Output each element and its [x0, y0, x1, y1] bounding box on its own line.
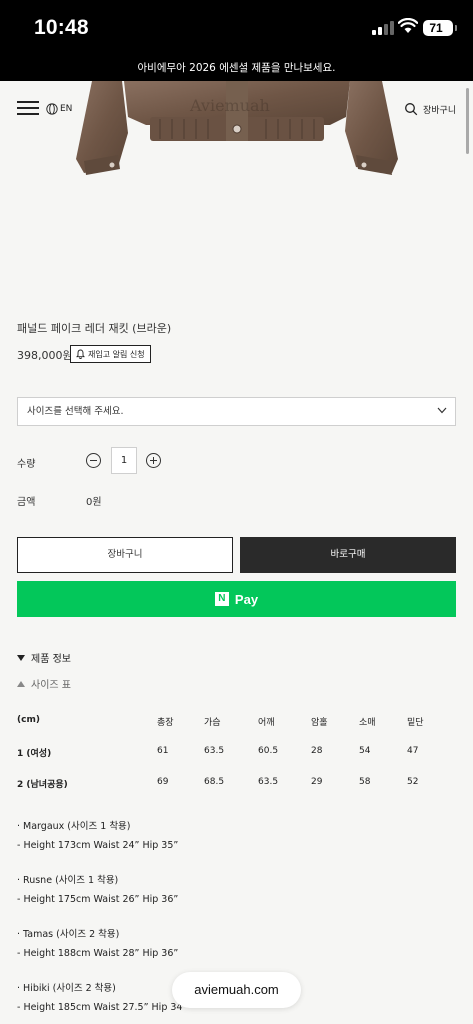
status-bar: 10:48 71 [0, 0, 473, 56]
model-measurements: - Height 175cm Waist 26” Hip 36” [17, 894, 179, 905]
cellular-signal-icon [372, 21, 394, 35]
table-cell: 63.5 [204, 746, 225, 756]
model-name: · Margaux (사이즈 1 착용) [17, 821, 131, 832]
table-cell: 47 [407, 746, 419, 756]
table-cell: 61 [157, 746, 169, 756]
search-icon[interactable] [404, 102, 418, 116]
add-to-cart-button[interactable]: 장바구니 [17, 537, 233, 573]
model-measurements: - Height 188cm Waist 28” Hip 36” [17, 948, 179, 959]
scrollbar[interactable] [466, 88, 469, 154]
table-cell: 28 [311, 746, 323, 756]
table-cell: 69 [157, 777, 169, 787]
restock-alert-label: 재입고 알림 신청 [88, 349, 145, 359]
table-header-cell: 가슴 [204, 718, 221, 728]
model-name: · Hibiki (사이즈 2 착용) [17, 983, 116, 994]
language-switcher[interactable]: EN [46, 101, 72, 117]
amount-label: 금액 [17, 497, 36, 508]
model-name: · Tamas (사이즈 2 착용) [17, 929, 120, 940]
model-measurements: - Height 173cm Waist 24” Hip 35” [17, 840, 179, 851]
product-title: 패널드 페이크 레더 재킷 (브라운) [17, 322, 172, 335]
model-measurements: - Height 185cm Waist 27.5” Hip 34” [17, 1002, 188, 1013]
naver-pay-logo: N [214, 592, 229, 606]
table-row: 1 (여성) 61 63.5 60.5 28 54 47 [17, 739, 457, 770]
size-select-placeholder: 사이즈를 선택해 주세요. [27, 406, 124, 417]
triangle-down-icon [17, 654, 25, 661]
table-cell: 58 [359, 777, 371, 787]
table-header-row: (cm) 총장 가슴 어깨 암홀 소매 밑단 [17, 708, 457, 739]
table-header-cell: 어깨 [258, 718, 275, 728]
announcement-bar[interactable]: 아비에무아 2026 에센셜 제품을 만나보세요. [0, 56, 473, 81]
product-info-label: 제품 정보 [31, 654, 71, 665]
quantity-increase-button[interactable] [146, 453, 161, 468]
globe-icon [46, 103, 58, 115]
model-name: · Rusne (사이즈 1 착용) [17, 875, 119, 886]
cart-link[interactable]: 장바구니 [423, 103, 456, 116]
buy-now-button[interactable]: 바로구매 [240, 537, 456, 573]
table-cell: 60.5 [258, 746, 279, 756]
table-cell: 52 [407, 777, 419, 787]
battery-icon: 71 [423, 20, 457, 36]
table-header-cell: 총장 [157, 718, 174, 728]
table-row: 2 (남녀공용) 69 68.5 63.5 29 58 52 [17, 770, 457, 801]
table-header-cell: 소매 [359, 718, 376, 728]
size-chart-label: 사이즈 표 [31, 680, 71, 691]
status-time: 10:48 [34, 16, 89, 39]
naver-pay-button[interactable]: N Pay [17, 581, 456, 617]
quantity-label: 수량 [17, 459, 36, 470]
chevron-down-icon [437, 407, 447, 414]
table-cell: 63.5 [258, 777, 279, 787]
table-cell: 1 (여성) [17, 749, 52, 759]
model-info-list: · Margaux (사이즈 1 착용) - Height 173cm Wais… [17, 817, 187, 1017]
hamburger-menu-icon[interactable] [17, 101, 39, 115]
naver-pay-label: Pay [234, 591, 259, 607]
wifi-icon [398, 18, 418, 33]
triangle-up-icon [17, 680, 25, 687]
table-header-cell: 밑단 [407, 718, 424, 728]
quantity-decrease-button[interactable] [86, 453, 101, 468]
table-cell: 54 [359, 746, 371, 756]
restock-alert-button[interactable]: 재입고 알림 신청 [70, 345, 151, 363]
amount-value: 0원 [86, 497, 102, 508]
table-header-cell: (cm) [17, 715, 40, 725]
table-cell: 29 [311, 777, 323, 787]
product-price: 398,000원 [17, 349, 73, 362]
language-label: EN [60, 104, 73, 114]
table-cell: 2 (남녀공용) [17, 780, 68, 790]
product-info-toggle[interactable]: 제품 정보 [17, 650, 71, 665]
table-cell: 68.5 [204, 777, 225, 787]
quantity-input[interactable]: 1 [111, 447, 137, 474]
table-header-cell: 암홀 [311, 718, 328, 728]
size-select[interactable]: 사이즈를 선택해 주세요. [17, 397, 456, 426]
size-chart-toggle[interactable]: 사이즈 표 [17, 676, 71, 691]
browser-url-bar[interactable]: aviemuah.com [172, 972, 301, 1008]
size-table: (cm) 총장 가슴 어깨 암홀 소매 밑단 1 (여성) 61 63.5 60… [17, 708, 457, 801]
bell-icon [76, 349, 85, 359]
